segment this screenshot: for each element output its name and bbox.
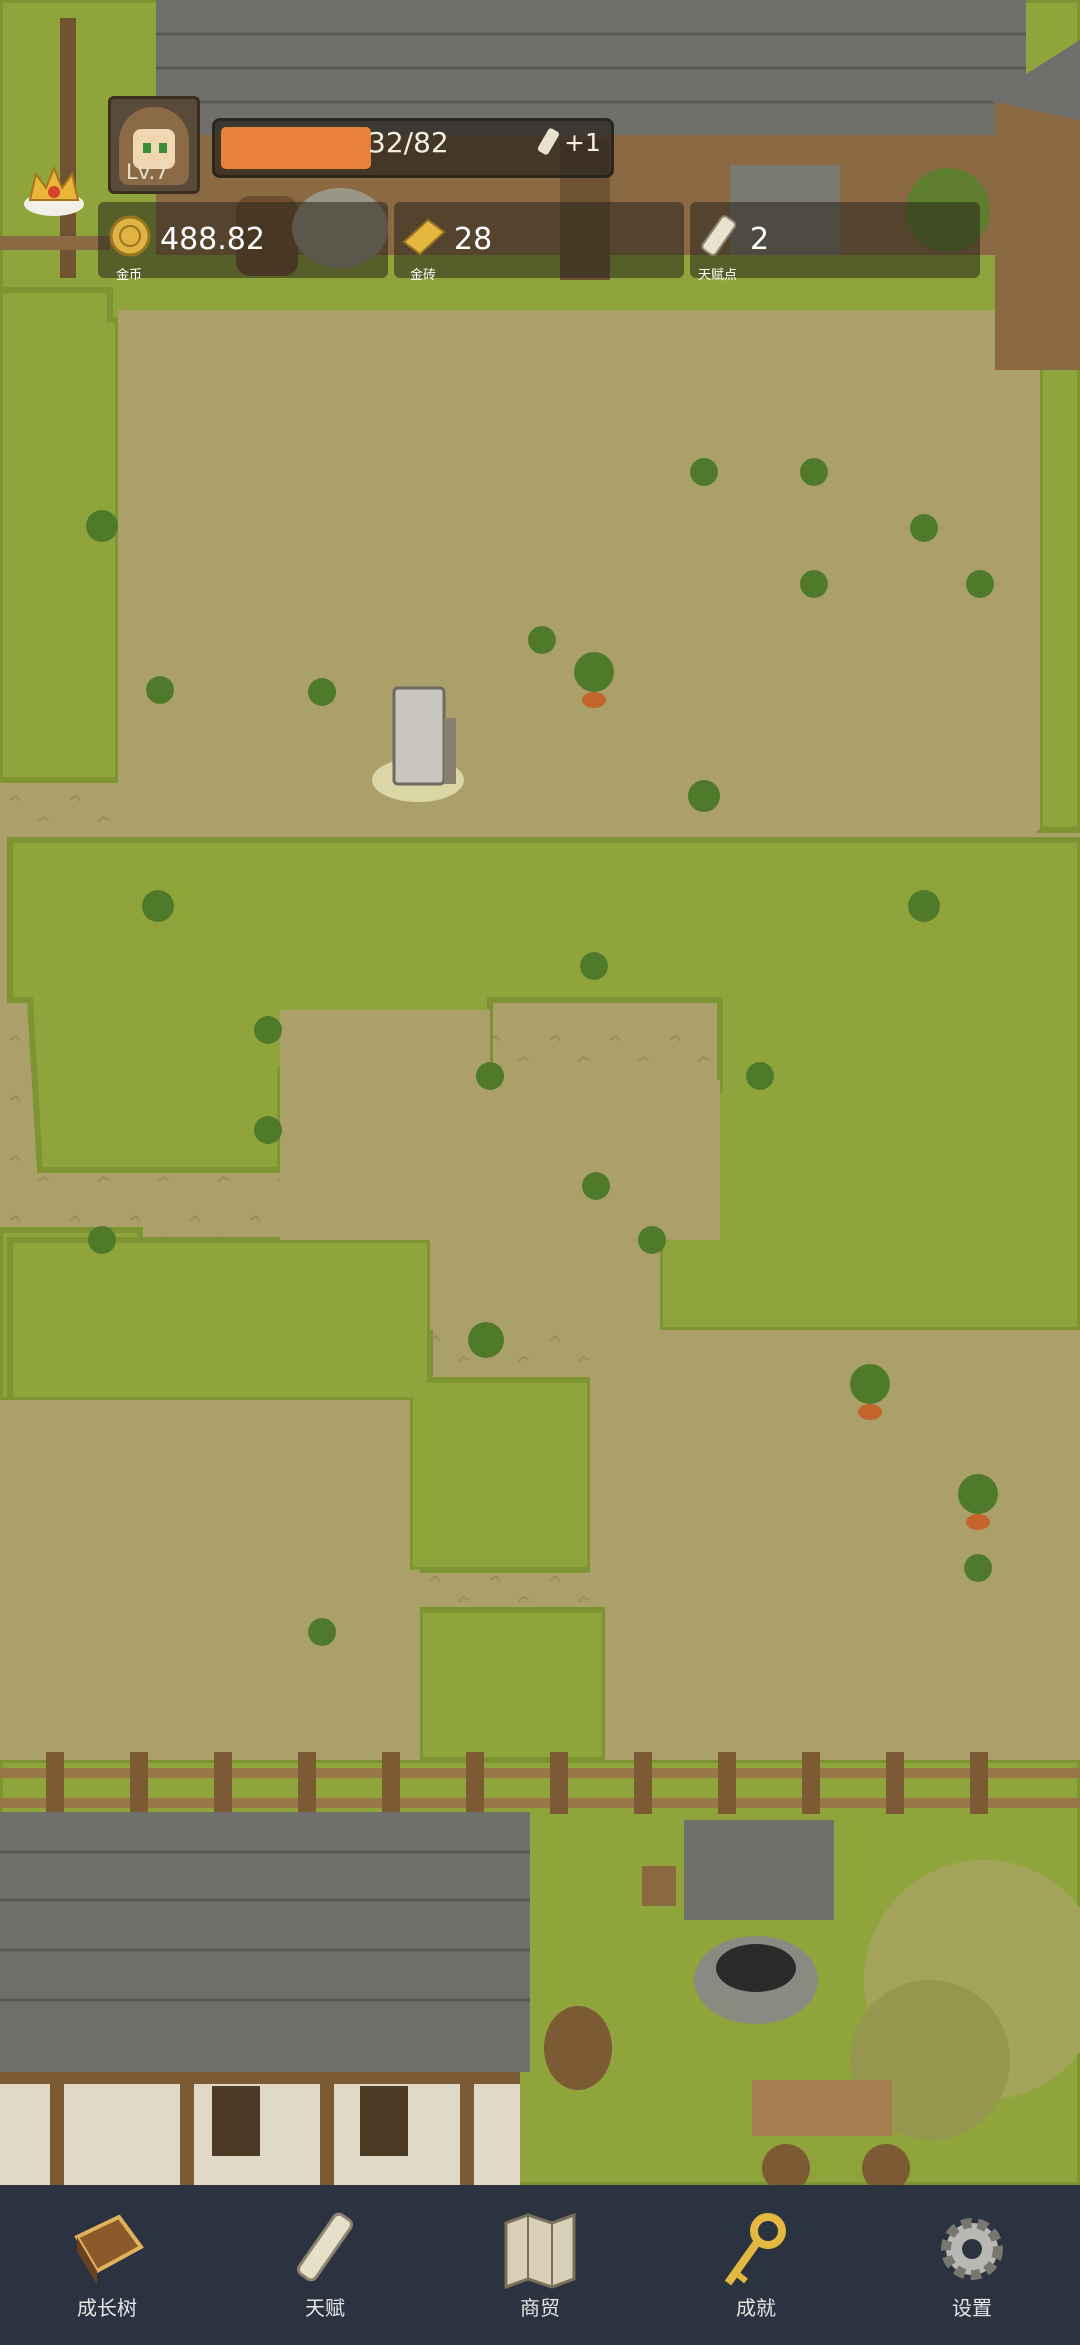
talent-points-value: 2 <box>750 222 770 257</box>
tab-label: 设置 <box>952 2296 992 2320</box>
gold-label: 金币 <box>116 268 143 283</box>
tab-settings[interactable]: 设置 <box>897 2185 1047 2345</box>
tab-trade[interactable]: 商贸 <box>465 2185 615 2345</box>
tab-achievement[interactable]: 成就 <box>681 2185 831 2345</box>
gold-coin-icon <box>108 214 152 262</box>
tab-label: 成就 <box>736 2296 776 2320</box>
talent-points-label: 天赋点 <box>698 268 738 283</box>
tab-talent[interactable]: 天赋 <box>250 2185 400 2345</box>
gold-bar-icon <box>398 214 450 262</box>
talent-scroll-icon <box>694 212 744 266</box>
gold-bar-label: 金砖 <box>410 268 437 283</box>
tab-label: 商贸 <box>520 2296 560 2320</box>
key-icon <box>716 2207 796 2295</box>
scroll-icon <box>536 126 566 164</box>
farm-field <box>0 0 1080 2185</box>
tab-label: 成长树 <box>77 2296 137 2320</box>
xp-text: 32/82 <box>368 126 449 159</box>
player-level: Lv.7 <box>126 160 169 184</box>
map-icon <box>500 2207 580 2295</box>
scroll-icon <box>285 2207 365 2295</box>
game-map[interactable] <box>0 0 1080 2185</box>
gold-value: 488.82 <box>160 222 265 257</box>
gear-icon <box>932 2207 1012 2295</box>
book-icon <box>67 2207 147 2295</box>
tab-growth-tree[interactable]: 成长树 <box>32 2185 182 2345</box>
crown-icon[interactable] <box>20 160 88 220</box>
tab-label: 天赋 <box>305 2296 345 2320</box>
xp-bar-fill <box>221 127 371 169</box>
gold-bar-value: 28 <box>454 222 493 257</box>
xp-bonus: +1 <box>564 128 601 157</box>
